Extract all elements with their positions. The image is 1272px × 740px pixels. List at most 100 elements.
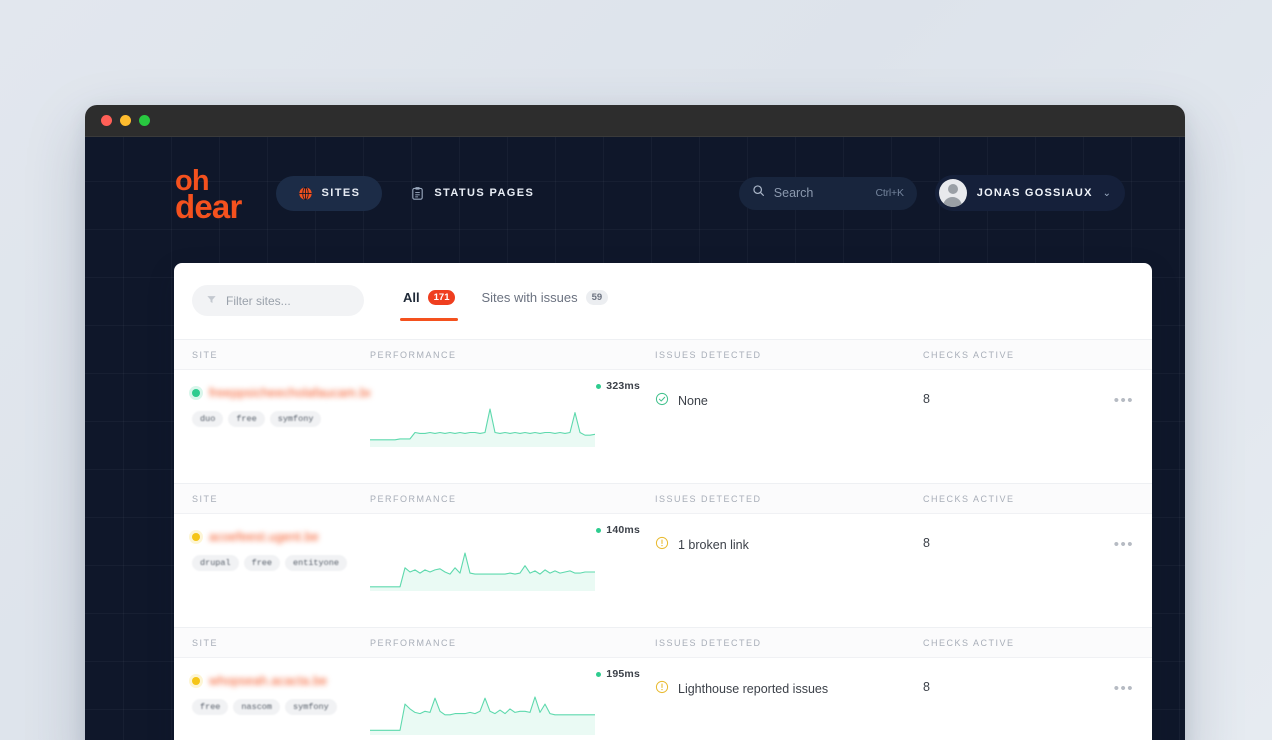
- site-tags: duo free symfony: [192, 411, 370, 427]
- tab-all[interactable]: All 171: [399, 290, 460, 321]
- performance-dot-icon: [596, 383, 602, 389]
- search-placeholder: Search: [773, 186, 814, 200]
- status-dot-icon: [192, 677, 200, 685]
- performance-cell: 140ms: [370, 524, 655, 594]
- site-name-label[interactable]: acoefeest.ugent.be: [209, 530, 319, 544]
- check-circle-icon: [655, 392, 669, 409]
- app-logo[interactable]: oh dear: [175, 166, 242, 226]
- tab-all-count: 171: [427, 290, 456, 305]
- warning-circle-icon: [655, 680, 669, 697]
- issues-cell: None: [655, 386, 923, 409]
- performance-value: 195ms: [596, 668, 640, 680]
- nav-item-sites[interactable]: SITES: [275, 175, 383, 211]
- search-icon: [752, 184, 765, 202]
- row-menu-cell: •••: [1103, 530, 1134, 554]
- site-tags: free nascom symfony: [192, 699, 370, 715]
- site-row-block: SITE PERFORMANCE ISSUES DETECTED CHECKS …: [174, 339, 1152, 483]
- nav-item-status-pages-label: STATUS PAGES: [434, 187, 535, 199]
- performance-value: 140ms: [596, 524, 640, 536]
- performance-dot-icon: [596, 527, 602, 533]
- site-cell: acoefeest.ugent.be drupal free entityone: [192, 530, 370, 571]
- site-tag[interactable]: symfony: [269, 411, 322, 427]
- minimize-window-button[interactable]: [120, 115, 131, 126]
- performance-value: 323ms: [596, 380, 640, 392]
- checks-active-cell: 8: [923, 392, 930, 406]
- performance-value-label: 195ms: [606, 668, 640, 680]
- performance-value-label: 140ms: [606, 524, 640, 536]
- tab-sites-with-issues[interactable]: Sites with issues 59: [481, 290, 609, 321]
- site-tag[interactable]: free: [228, 411, 265, 427]
- performance-sparkline: [370, 696, 595, 735]
- close-window-button[interactable]: [101, 115, 112, 126]
- nav-links: SITES STATUS PAGES: [275, 175, 557, 211]
- tab-all-label: All: [403, 290, 420, 305]
- site-tag[interactable]: free: [243, 555, 281, 571]
- column-header-issues: ISSUES DETECTED: [655, 637, 762, 648]
- table-row[interactable]: acoefeest.ugent.be drupal free entityone…: [174, 514, 1152, 627]
- performance-value-label: 323ms: [606, 380, 640, 392]
- performance-cell: 323ms: [370, 380, 655, 450]
- site-name-label[interactable]: whopseah.acacta.be: [209, 674, 327, 688]
- tab-sites-with-issues-count: 59: [585, 290, 609, 305]
- filter-sites-input[interactable]: Filter sites...: [192, 285, 364, 316]
- row-actions-menu-button[interactable]: •••: [1114, 392, 1134, 409]
- site-tag[interactable]: nascom: [233, 699, 281, 715]
- search-input[interactable]: Search Ctrl+K: [738, 176, 917, 210]
- row-actions-menu-button[interactable]: •••: [1114, 536, 1134, 553]
- tab-sites-with-issues-label: Sites with issues: [481, 290, 578, 305]
- nav-right-cluster: Search Ctrl+K JONAS GOSSIAUX ⌄: [738, 175, 1125, 211]
- column-headers: SITE PERFORMANCE ISSUES DETECTED CHECKS …: [174, 484, 1152, 514]
- site-tag[interactable]: entityone: [285, 555, 347, 571]
- site-cell: whopseah.acacta.be free nascom symfony: [192, 674, 370, 715]
- site-tag[interactable]: drupal: [192, 555, 239, 571]
- column-header-performance: PERFORMANCE: [370, 493, 457, 504]
- site-row-block: SITE PERFORMANCE ISSUES DETECTED CHECKS …: [174, 627, 1152, 740]
- site-tag[interactable]: duo: [192, 411, 224, 427]
- issues-label: Lighthouse reported issues: [678, 681, 829, 696]
- status-dot-icon: [192, 533, 200, 541]
- checks-active-cell: 8: [923, 680, 930, 694]
- table-row[interactable]: whopseah.acacta.be free nascom symfony 1…: [174, 658, 1152, 740]
- filter-tabs: All 171 Sites with issues 59: [399, 285, 609, 321]
- checks-active-cell: 8: [923, 536, 930, 550]
- user-menu-button[interactable]: JONAS GOSSIAUX ⌄: [934, 175, 1125, 211]
- nav-item-sites-label: SITES: [321, 187, 361, 199]
- browser-window: oh dear SITES STATUS PAGES Search Ctrl+K…: [85, 105, 1185, 740]
- warning-circle-icon: [655, 536, 669, 553]
- performance-dot-icon: [596, 671, 602, 677]
- site-tag[interactable]: symfony: [285, 699, 337, 715]
- app-background: oh dear SITES STATUS PAGES Search Ctrl+K…: [85, 137, 1185, 740]
- table-row[interactable]: freeppsicheecholafaucam.be duo free symf…: [174, 370, 1152, 483]
- filter-sites-placeholder: Filter sites...: [226, 293, 291, 308]
- site-tags: drupal free entityone: [192, 555, 370, 571]
- search-shortcut-hint: Ctrl+K: [875, 187, 904, 199]
- row-menu-cell: •••: [1103, 674, 1134, 698]
- nav-item-status-pages[interactable]: STATUS PAGES: [388, 176, 556, 211]
- issues-cell: 1 broken link: [655, 530, 923, 553]
- column-header-performance: PERFORMANCE: [370, 349, 457, 360]
- status-dot-icon: [192, 389, 200, 397]
- column-header-issues: ISSUES DETECTED: [655, 493, 762, 504]
- globe-icon: [298, 186, 313, 201]
- sites-panel: Filter sites... All 171 Sites with issue…: [174, 263, 1152, 740]
- panel-toolbar: Filter sites... All 171 Sites with issue…: [174, 263, 1152, 339]
- column-header-site: SITE: [192, 349, 219, 360]
- row-actions-menu-button[interactable]: •••: [1114, 680, 1134, 697]
- window-titlebar: [85, 105, 1185, 137]
- funnel-icon: [206, 292, 217, 310]
- column-header-performance: PERFORMANCE: [370, 637, 457, 648]
- column-headers: SITE PERFORMANCE ISSUES DETECTED CHECKS …: [174, 340, 1152, 370]
- clipboard-icon: [410, 186, 425, 201]
- chevron-down-icon: ⌄: [1102, 187, 1111, 199]
- logo-line-2: dear: [175, 188, 242, 226]
- column-header-site: SITE: [192, 493, 219, 504]
- site-name-label[interactable]: freeppsicheecholafaucam.be: [209, 386, 370, 400]
- site-cell: freeppsicheecholafaucam.be duo free symf…: [192, 386, 370, 427]
- column-headers: SITE PERFORMANCE ISSUES DETECTED CHECKS …: [174, 628, 1152, 658]
- avatar: [938, 179, 967, 207]
- performance-cell: 195ms: [370, 668, 655, 738]
- issues-label: 1 broken link: [678, 537, 749, 552]
- site-tag[interactable]: free: [192, 699, 229, 715]
- top-navigation-bar: oh dear SITES STATUS PAGES Search Ctrl+K…: [85, 137, 1185, 249]
- maximize-window-button[interactable]: [139, 115, 150, 126]
